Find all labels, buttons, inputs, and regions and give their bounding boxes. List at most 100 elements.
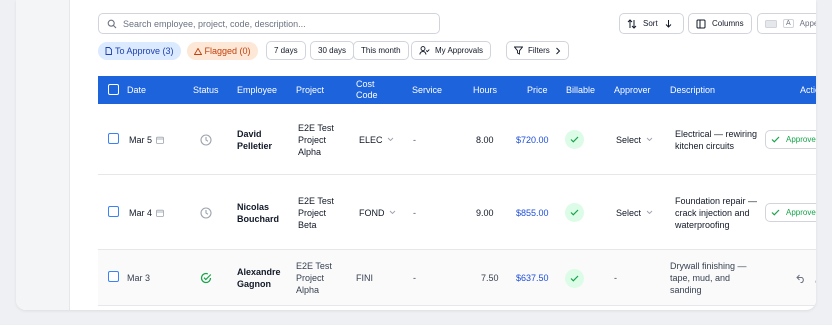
actions-cell: Approve bbox=[765, 104, 816, 175]
check-icon bbox=[771, 209, 780, 216]
hours-cell: 9.00 bbox=[476, 207, 494, 218]
status-cell bbox=[200, 175, 212, 250]
price-cell: $720.00 bbox=[516, 134, 549, 145]
description-cell: Drywall finishing — tape, mud, and sandi… bbox=[670, 261, 747, 295]
approver-select[interactable]: Select bbox=[616, 175, 653, 250]
header-date[interactable]: Date bbox=[127, 76, 146, 104]
header-price[interactable]: Price bbox=[527, 76, 548, 104]
employee-cell: David Pelletier bbox=[237, 128, 273, 151]
project-cell: E2E Test Project Alpha bbox=[296, 261, 332, 295]
search-icon bbox=[107, 19, 117, 28]
billable-indicator[interactable] bbox=[565, 130, 584, 149]
approve-button[interactable]: Approve bbox=[765, 130, 816, 149]
price-cell: $855.00 bbox=[516, 207, 549, 218]
billable-indicator bbox=[565, 268, 584, 288]
approve-button[interactable]: Approve bbox=[765, 203, 816, 222]
row-checkbox[interactable] bbox=[108, 133, 119, 144]
header-project[interactable]: Project bbox=[296, 76, 324, 104]
status-cell bbox=[200, 250, 212, 306]
chevron-right-icon bbox=[555, 47, 560, 54]
status-cell bbox=[200, 104, 212, 175]
approver-value: Select bbox=[616, 134, 642, 145]
date-cell: Mar 5 bbox=[129, 104, 164, 175]
sort-button[interactable]: Sort bbox=[619, 13, 684, 34]
employee-cell: Nicolas Bouchard bbox=[237, 201, 280, 224]
header-status[interactable]: Status bbox=[193, 76, 219, 104]
this-month-button[interactable]: This month bbox=[353, 41, 409, 60]
header-description[interactable]: Description bbox=[670, 76, 715, 104]
columns-label: Columns bbox=[712, 19, 744, 28]
billable-cell[interactable] bbox=[565, 104, 584, 175]
header-cost-code[interactable]: Cost Code bbox=[356, 76, 382, 104]
service-cell: - bbox=[413, 273, 416, 283]
billable-cell[interactable] bbox=[565, 175, 584, 250]
header-hours[interactable]: Hours bbox=[473, 76, 497, 104]
select-all-checkbox[interactable] bbox=[108, 84, 119, 95]
sort-label: Sort bbox=[643, 19, 658, 28]
approver-cell: - bbox=[614, 273, 617, 283]
keyboard-icon bbox=[765, 19, 777, 28]
7-days-button[interactable]: 7 days bbox=[266, 41, 306, 60]
table-row[interactable]: Mar 3 Alexandre Gagnon E2E Test Project … bbox=[98, 250, 816, 306]
employee-cell: Alexandre Gagnon bbox=[237, 267, 281, 289]
this-month-label: This month bbox=[361, 46, 401, 55]
billable-cell bbox=[565, 250, 584, 306]
appearance-label: Appe bbox=[799, 19, 816, 28]
approver-select[interactable]: Select bbox=[616, 104, 653, 175]
columns-icon bbox=[696, 19, 706, 28]
document-icon bbox=[105, 47, 112, 55]
left-panel bbox=[16, 0, 70, 310]
chevron-down-icon bbox=[389, 210, 395, 215]
hours-cell: 7.50 bbox=[481, 273, 499, 283]
date-cell: Mar 4 bbox=[129, 175, 164, 250]
calendar-icon[interactable] bbox=[156, 136, 164, 144]
30-days-label: 30 days bbox=[318, 46, 347, 55]
my-approvals-button[interactable]: My Approvals bbox=[411, 41, 492, 60]
30-days-button[interactable]: 30 days bbox=[310, 41, 355, 60]
to-approve-label: To Approve (3) bbox=[115, 46, 174, 56]
my-approvals-label: My Approvals bbox=[435, 46, 484, 55]
filters-label: Filters bbox=[528, 46, 550, 55]
header-approver[interactable]: Approver bbox=[614, 76, 651, 104]
appearance-key: A bbox=[783, 19, 794, 28]
approve-label: Approve bbox=[786, 134, 816, 144]
cost-code-cell: FINI bbox=[356, 273, 373, 283]
filter-icon bbox=[514, 46, 523, 55]
table-row[interactable]: Mar 4 Nicolas Bouchard E2E Test Project … bbox=[98, 175, 816, 250]
flagged-label: Flagged (0) bbox=[204, 46, 251, 56]
header-actions: Actio bbox=[800, 84, 816, 95]
approve-label: Approve bbox=[786, 207, 816, 217]
cost-code-select[interactable]: FOND bbox=[359, 175, 396, 250]
check-icon bbox=[570, 209, 579, 216]
appearance-button[interactable]: A Appe bbox=[757, 13, 816, 34]
chevron-down-icon bbox=[387, 137, 393, 142]
user-check-icon bbox=[419, 46, 430, 55]
service-cell: - bbox=[413, 134, 416, 145]
billable-indicator[interactable] bbox=[565, 203, 584, 222]
row-checkbox[interactable] bbox=[108, 271, 119, 282]
search-input[interactable]: Search employee, project, code, descript… bbox=[98, 13, 440, 34]
row-checkbox[interactable] bbox=[108, 206, 119, 217]
description-cell: Foundation repair — crack injection and … bbox=[675, 195, 758, 230]
date-text: Mar 4 bbox=[129, 207, 153, 218]
columns-button[interactable]: Columns bbox=[688, 13, 752, 34]
header-employee[interactable]: Employee bbox=[237, 76, 277, 104]
date-text: Mar 5 bbox=[129, 134, 153, 145]
7-days-label: 7 days bbox=[274, 46, 298, 55]
check-icon bbox=[570, 275, 579, 282]
flagged-chip[interactable]: Flagged (0) bbox=[186, 42, 258, 60]
to-approve-chip[interactable]: To Approve (3) bbox=[98, 42, 181, 60]
clock-icon bbox=[200, 206, 212, 219]
header-billable[interactable]: Billable bbox=[566, 76, 595, 104]
undo-icon[interactable] bbox=[796, 274, 806, 283]
calendar-icon[interactable] bbox=[156, 209, 164, 217]
chevron-down-icon bbox=[646, 137, 653, 142]
edit-icon[interactable] bbox=[815, 274, 816, 283]
description-cell: Electrical — rewiring kitchen circuits bbox=[675, 128, 758, 151]
filters-button[interactable]: Filters bbox=[506, 41, 569, 60]
header-service[interactable]: Service bbox=[412, 76, 442, 104]
actions-cell: Approve bbox=[765, 175, 816, 250]
table-row[interactable]: Mar 5 David Pelletier E2E Test Project A… bbox=[98, 104, 816, 175]
cost-code-select[interactable]: ELEC bbox=[359, 104, 394, 175]
approver-value: Select bbox=[616, 207, 642, 218]
